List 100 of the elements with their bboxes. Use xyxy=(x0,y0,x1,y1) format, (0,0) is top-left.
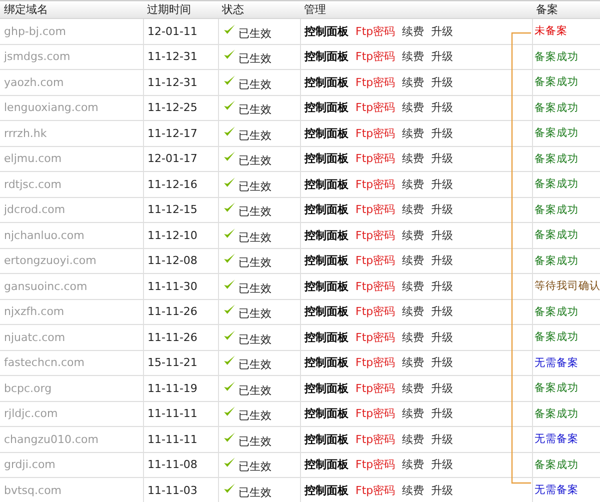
action-link[interactable]: Ftp密码 xyxy=(356,151,396,166)
action-link[interactable]: 控制面板 xyxy=(304,49,348,64)
action-link[interactable]: 控制面板 xyxy=(304,126,348,141)
record-status: 备案成功 xyxy=(534,50,578,63)
action-link[interactable]: 续费 xyxy=(402,49,424,64)
domain-name: rjldjc.com xyxy=(4,407,58,420)
action-link[interactable]: 控制面板 xyxy=(304,355,348,370)
action-link[interactable]: 控制面板 xyxy=(304,74,348,90)
action-link[interactable]: 续费 xyxy=(402,278,424,294)
action-link[interactable]: 升级 xyxy=(431,380,454,396)
action-link[interactable]: Ftp密码 xyxy=(356,482,396,498)
action-link[interactable]: 续费 xyxy=(402,406,424,422)
action-link[interactable]: 续费 xyxy=(402,228,424,243)
action-link[interactable]: 升级 xyxy=(431,24,454,39)
action-link[interactable]: 升级 xyxy=(431,74,454,90)
action-link[interactable]: 升级 xyxy=(431,482,454,498)
action-link[interactable]: Ftp密码 xyxy=(356,457,396,472)
expiry-date: 12-01-17 xyxy=(148,152,198,166)
action-link[interactable]: 控制面板 xyxy=(304,304,348,320)
action-link[interactable]: 控制面板 xyxy=(304,100,348,116)
action-link[interactable]: Ftp密码 xyxy=(356,228,396,243)
action-link[interactable]: 续费 xyxy=(402,457,424,472)
action-link[interactable]: Ftp密码 xyxy=(356,253,396,268)
action-link[interactable]: Ftp密码 xyxy=(356,176,396,192)
action-link[interactable]: 续费 xyxy=(402,202,424,218)
check-icon xyxy=(222,354,236,368)
action-link[interactable]: Ftp密码 xyxy=(356,432,396,447)
action-link[interactable]: 升级 xyxy=(431,355,454,370)
action-link[interactable]: 续费 xyxy=(402,100,424,116)
action-link[interactable]: 升级 xyxy=(431,228,454,243)
action-link[interactable]: 升级 xyxy=(431,278,454,294)
action-link[interactable]: Ftp密码 xyxy=(356,126,396,141)
action-link[interactable]: 升级 xyxy=(431,330,454,345)
action-link[interactable]: 升级 xyxy=(431,151,454,166)
expiry-date: 15-11-21 xyxy=(148,356,198,370)
action-link[interactable]: 升级 xyxy=(431,253,454,268)
status-text: 已生效 xyxy=(238,230,272,245)
action-link[interactable]: 控制面板 xyxy=(304,432,348,447)
column-header: 过期时间 xyxy=(143,0,218,18)
action-link[interactable]: 续费 xyxy=(402,432,424,447)
action-link[interactable]: 控制面板 xyxy=(304,278,348,294)
domain-name: ertongzuoyi.com xyxy=(4,254,96,268)
status-text: 已生效 xyxy=(238,357,272,372)
check-icon xyxy=(222,201,236,214)
action-link[interactable]: 续费 xyxy=(402,355,424,370)
action-link[interactable]: 续费 xyxy=(402,482,424,498)
action-link[interactable]: 升级 xyxy=(431,100,454,116)
action-link[interactable]: Ftp密码 xyxy=(356,24,396,39)
action-link[interactable]: 控制面板 xyxy=(304,457,348,472)
action-link[interactable]: 升级 xyxy=(431,126,454,141)
action-link[interactable]: 升级 xyxy=(431,432,454,447)
action-link[interactable]: 控制面板 xyxy=(304,406,348,422)
action-link[interactable]: 续费 xyxy=(402,24,424,39)
action-link[interactable]: 升级 xyxy=(431,457,454,472)
action-link[interactable]: 续费 xyxy=(402,253,424,268)
action-link[interactable]: 续费 xyxy=(402,380,424,396)
action-link[interactable]: 续费 xyxy=(402,304,424,320)
check-icon xyxy=(222,278,236,291)
action-link[interactable]: Ftp密码 xyxy=(356,355,396,370)
status-text: 已生效 xyxy=(238,255,272,270)
action-link[interactable]: 续费 xyxy=(402,74,424,90)
action-link[interactable]: 升级 xyxy=(431,176,454,192)
action-link[interactable]: 升级 xyxy=(431,49,454,64)
action-link[interactable]: Ftp密码 xyxy=(356,100,396,116)
action-link[interactable]: 升级 xyxy=(431,304,454,320)
action-link[interactable]: 升级 xyxy=(431,202,454,218)
action-link[interactable]: Ftp密码 xyxy=(356,278,396,294)
check-icon xyxy=(222,456,236,470)
action-link[interactable]: 控制面板 xyxy=(304,253,348,268)
action-link[interactable]: Ftp密码 xyxy=(356,380,396,396)
action-link[interactable]: Ftp密码 xyxy=(356,49,396,64)
action-link[interactable]: 续费 xyxy=(402,126,424,141)
action-link[interactable]: 控制面板 xyxy=(304,24,348,39)
status-text: 已生效 xyxy=(238,178,272,194)
status-text: 已生效 xyxy=(238,484,272,500)
action-link[interactable]: 控制面板 xyxy=(304,151,348,166)
action-link[interactable]: 续费 xyxy=(402,330,424,345)
column-header: 管理 xyxy=(300,0,532,18)
action-link[interactable]: 控制面板 xyxy=(304,482,348,498)
action-link[interactable]: 控制面板 xyxy=(304,380,348,396)
action-link[interactable]: Ftp密码 xyxy=(356,202,396,218)
action-link[interactable]: Ftp密码 xyxy=(356,304,396,320)
action-link[interactable]: 控制面板 xyxy=(304,202,348,218)
status-text: 已生效 xyxy=(238,128,272,143)
action-link[interactable]: 控制面板 xyxy=(304,176,348,192)
action-link[interactable]: 控制面板 xyxy=(304,228,348,243)
action-link[interactable]: 续费 xyxy=(402,151,424,166)
status-text: 已生效 xyxy=(238,153,272,168)
record-status: 无需备案 xyxy=(534,484,578,496)
status-text: 已生效 xyxy=(238,280,272,296)
action-link[interactable]: Ftp密码 xyxy=(356,406,396,422)
action-link[interactable]: 控制面板 xyxy=(304,330,348,345)
action-link[interactable]: 升级 xyxy=(431,406,454,422)
domain-name: grdji.com xyxy=(4,458,56,472)
record-status: 备案成功 xyxy=(534,152,578,165)
action-link[interactable]: 续费 xyxy=(402,176,424,192)
status-text: 已生效 xyxy=(238,408,272,424)
record-status: 备案成功 xyxy=(534,254,578,267)
action-link[interactable]: Ftp密码 xyxy=(356,330,396,345)
action-link[interactable]: Ftp密码 xyxy=(356,74,396,90)
